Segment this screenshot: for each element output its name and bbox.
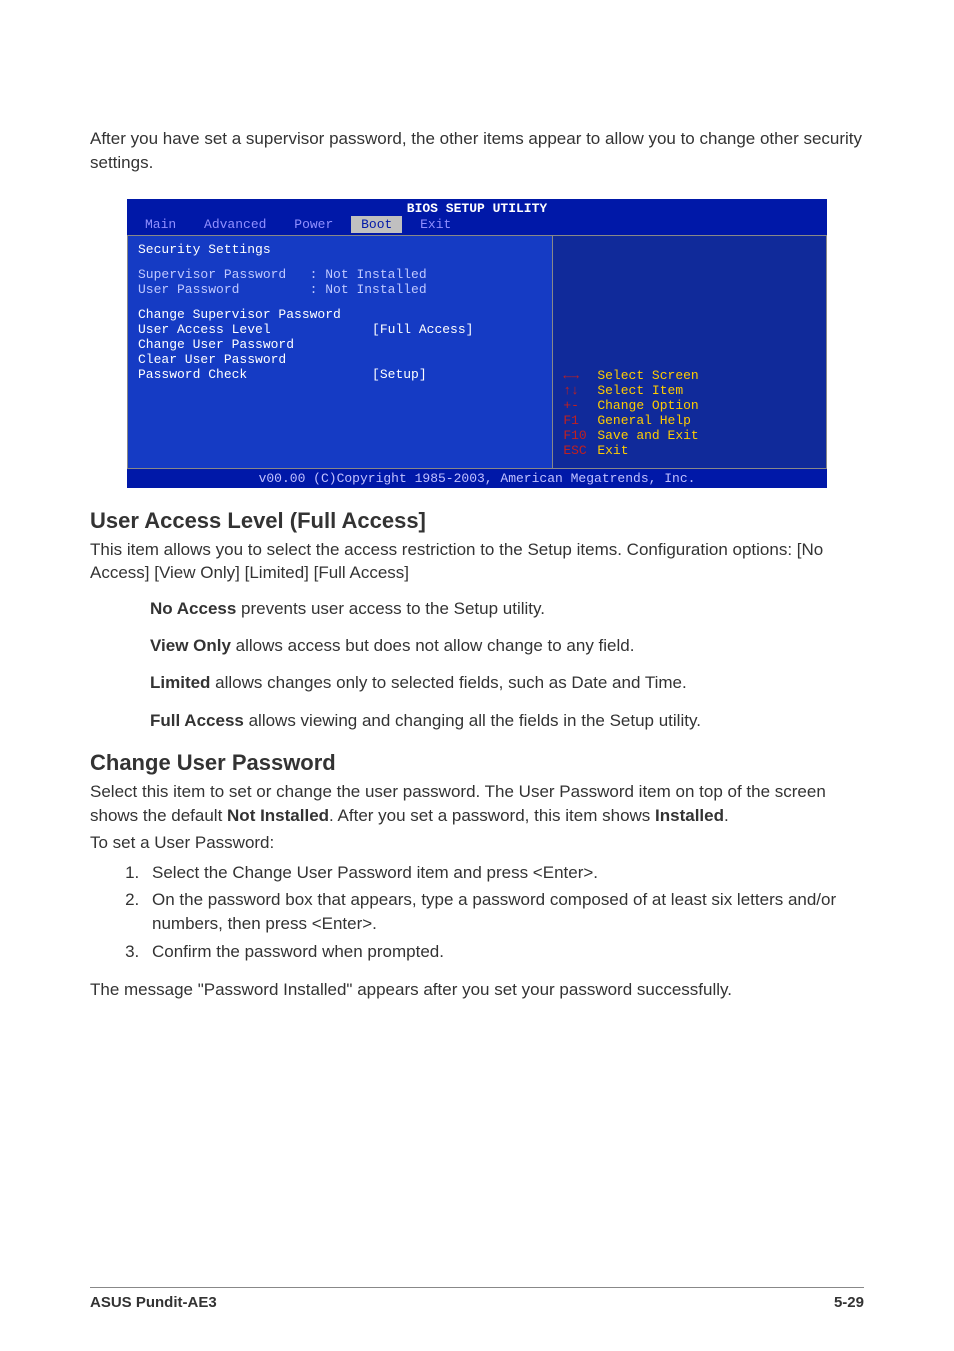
help-text: Save and Exit: [597, 428, 698, 443]
footer-page-number: 5-29: [834, 1294, 864, 1311]
opt-text: prevents user access to the Setup utilit…: [236, 599, 545, 618]
step-item: On the password box that appears, type a…: [144, 888, 864, 936]
heading-change-user-password: Change User Password: [90, 750, 864, 776]
menu-item[interactable]: User Access Level: [138, 322, 271, 337]
help-text: Change Option: [597, 398, 698, 413]
opt-full-access: Full Access allows viewing and changing …: [150, 709, 864, 732]
bios-screenshot: BIOS SETUP UTILITY Main Advanced Power B…: [127, 199, 827, 488]
cup-paragraph-2: To set a User Password:: [90, 831, 864, 854]
opt-label: View Only: [150, 636, 231, 655]
bios-left-pane: Security Settings Supervisor Password : …: [127, 235, 553, 469]
help-text: Select Screen: [597, 368, 698, 383]
step-item: Confirm the password when prompted.: [144, 940, 864, 964]
page-footer: ASUS Pundit-AE3 5-29: [90, 1287, 864, 1311]
tab-exit[interactable]: Exit: [410, 216, 461, 233]
opt-label: No Access: [150, 599, 236, 618]
footer-product: ASUS Pundit-AE3: [90, 1294, 217, 1311]
tab-advanced[interactable]: Advanced: [194, 216, 276, 233]
help-text: Exit: [597, 443, 628, 458]
menu-item[interactable]: Change User Password: [138, 337, 294, 352]
step-item: Select the Change User Password item and…: [144, 861, 864, 885]
bios-section-title: Security Settings: [138, 242, 542, 257]
bios-copyright: v00.00 (C)Copyright 1985-2003, American …: [127, 469, 827, 488]
help-key: +-: [563, 398, 597, 413]
row-label: User Password: [138, 282, 239, 297]
help-key: ESC: [563, 443, 597, 458]
row-value: : Not Installed: [310, 267, 427, 282]
help-key: F10: [563, 428, 597, 443]
heading-user-access-level: User Access Level (Full Access]: [90, 508, 864, 534]
intro-paragraph: After you have set a supervisor password…: [90, 127, 864, 175]
bios-tabs: Main Advanced Power Boot Exit: [127, 216, 827, 235]
menu-item[interactable]: Change Supervisor Password: [138, 307, 341, 322]
help-text: General Help: [597, 413, 691, 428]
help-key: ←→: [563, 368, 597, 383]
ual-description: This item allows you to select the acces…: [90, 538, 864, 585]
cup-paragraph-3: The message "Password Installed" appears…: [90, 978, 864, 1001]
tab-boot[interactable]: Boot: [351, 216, 402, 233]
bold-not-installed: Not Installed: [227, 806, 329, 825]
opt-view-only: View Only allows access but does not all…: [150, 634, 864, 657]
row-label: Supervisor Password: [138, 267, 286, 282]
help-key: ↑↓: [563, 383, 597, 398]
bios-help-keys: ←→Select Screen ↑↓Select Item +-Change O…: [563, 368, 816, 458]
tab-power[interactable]: Power: [284, 216, 343, 233]
opt-text: allows viewing and changing all the fiel…: [244, 711, 701, 730]
help-text: Select Item: [597, 383, 683, 398]
opt-text: allows changes only to selected fields, …: [210, 673, 686, 692]
text: . After you set a password, this item sh…: [329, 806, 655, 825]
opt-no-access: No Access prevents user access to the Se…: [150, 597, 864, 620]
steps-list: Select the Change User Password item and…: [90, 861, 864, 964]
menu-item[interactable]: Clear User Password: [138, 352, 286, 367]
bios-title: BIOS SETUP UTILITY: [127, 199, 827, 216]
menu-item[interactable]: Password Check: [138, 367, 247, 382]
text: .: [724, 806, 729, 825]
menu-value: [Full Access]: [372, 322, 473, 337]
bios-right-pane: ←→Select Screen ↑↓Select Item +-Change O…: [553, 235, 827, 469]
cup-paragraph-1: Select this item to set or change the us…: [90, 780, 864, 827]
row-value: : Not Installed: [310, 282, 427, 297]
opt-label: Limited: [150, 673, 210, 692]
tab-main[interactable]: Main: [135, 216, 186, 233]
menu-value: [Setup]: [372, 367, 427, 382]
bold-installed: Installed: [655, 806, 724, 825]
opt-limited: Limited allows changes only to selected …: [150, 671, 864, 694]
opt-label: Full Access: [150, 711, 244, 730]
opt-text: allows access but does not allow change …: [231, 636, 635, 655]
help-key: F1: [563, 413, 597, 428]
